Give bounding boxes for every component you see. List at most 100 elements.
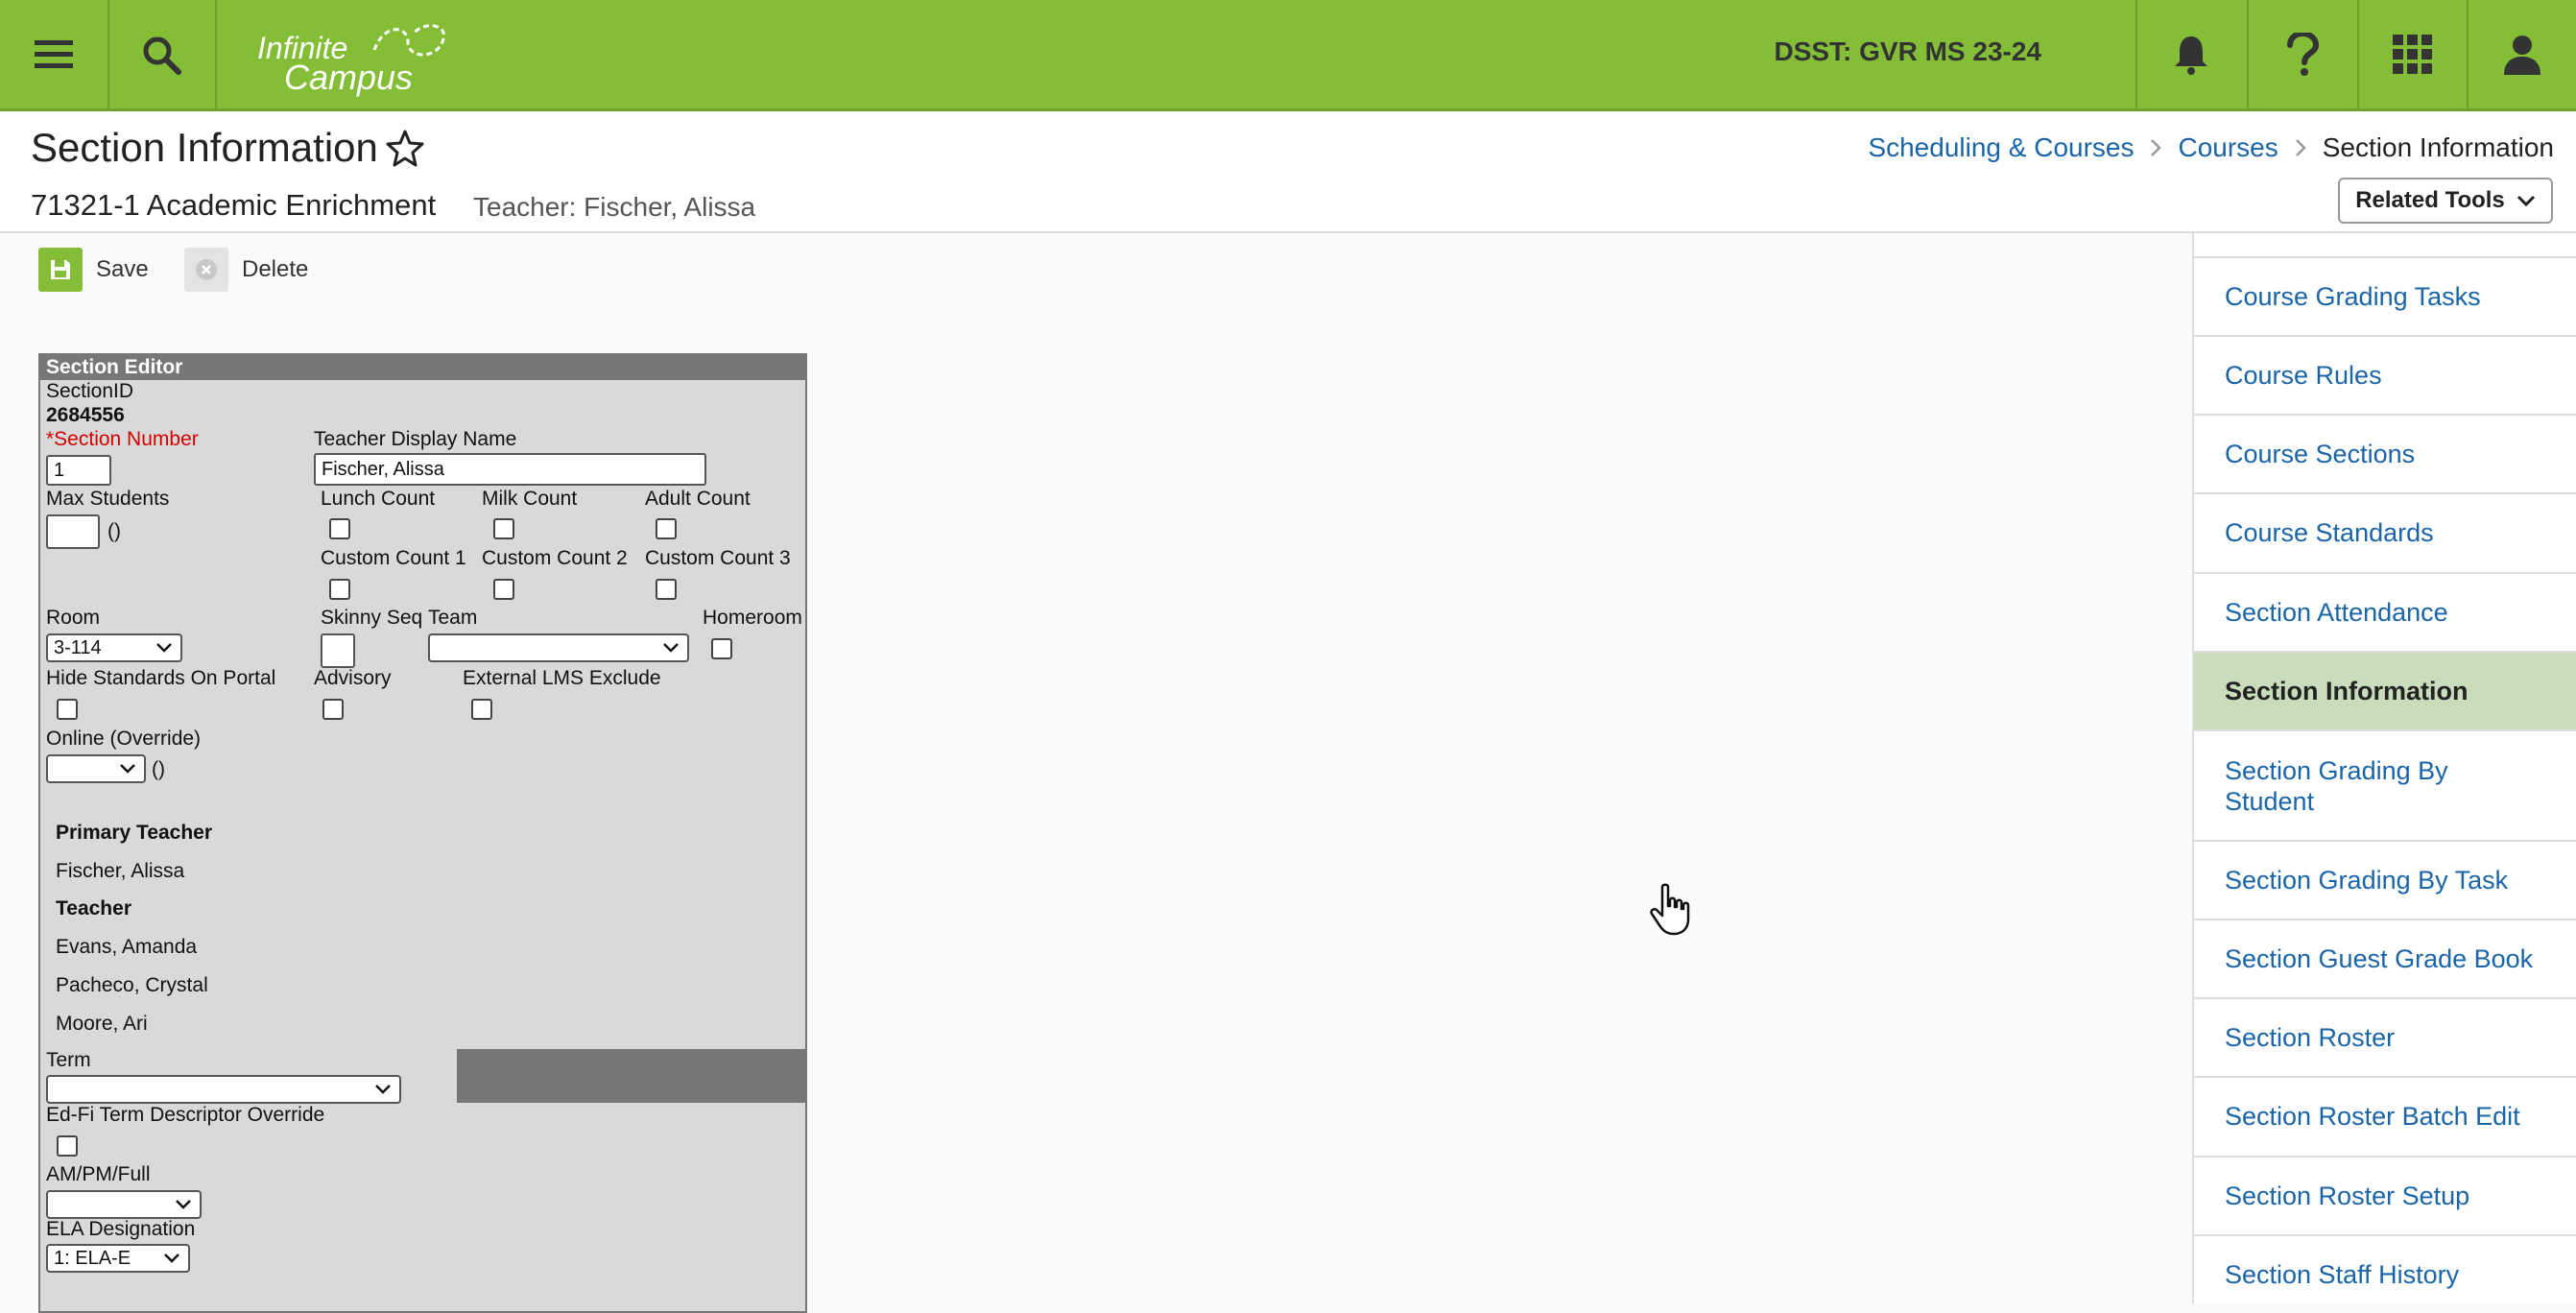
online-override-select[interactable] bbox=[46, 754, 146, 783]
search-button[interactable] bbox=[107, 0, 217, 108]
teacher-name: Pacheco, Crystal bbox=[56, 974, 208, 996]
menu-item-section-roster-batch-edit[interactable]: Section Roster Batch Edit bbox=[2194, 1078, 2576, 1158]
team-select[interactable] bbox=[428, 633, 689, 662]
section-id-value: 2684556 bbox=[46, 404, 125, 426]
external-lms-exclude-checkbox[interactable] bbox=[471, 699, 492, 720]
school-year-label[interactable]: DSST: GVR MS 23-24 bbox=[1774, 36, 2041, 67]
section-number-input[interactable]: 1 bbox=[46, 455, 111, 486]
menu-item-section-information[interactable]: Section Information bbox=[2194, 653, 2576, 731]
hamburger-icon bbox=[35, 39, 73, 68]
menu-item-section-grading-by-student[interactable]: Section Grading By Student bbox=[2194, 731, 2576, 842]
adult-count-checkbox[interactable] bbox=[656, 518, 677, 539]
online-override-label: Online (Override) bbox=[46, 728, 202, 750]
term-label: Term bbox=[46, 1049, 91, 1071]
advisory-label: Advisory bbox=[314, 667, 392, 689]
custom-count-2-label: Custom Count 2 bbox=[482, 547, 628, 569]
menu-item-course-rules[interactable]: Course Rules bbox=[2194, 337, 2576, 416]
menu-item-section-guest-grade-book[interactable]: Section Guest Grade Book bbox=[2194, 920, 2576, 999]
app-switcher-button[interactable] bbox=[2357, 0, 2467, 108]
lunch-count-label: Lunch Count bbox=[321, 488, 436, 510]
top-navigation-bar: Infinite Campus DSST: GVR MS 23-24 bbox=[0, 0, 2576, 111]
section-teacher-label: Teacher: Fischer, Alissa bbox=[473, 192, 756, 222]
teacher-name: Evans, Amanda bbox=[56, 936, 198, 958]
menu-item-section-staff-history[interactable]: Section Staff History bbox=[2194, 1236, 2576, 1303]
custom-count-3-label: Custom Count 3 bbox=[645, 547, 791, 569]
am-pm-full-select[interactable] bbox=[46, 1190, 202, 1219]
bell-icon bbox=[2175, 36, 2207, 75]
chevron-down-icon bbox=[120, 764, 135, 774]
page-title: Section Information bbox=[31, 125, 378, 170]
term-select[interactable] bbox=[46, 1075, 401, 1104]
menu-button[interactable] bbox=[0, 0, 109, 108]
user-account-button[interactable] bbox=[2467, 0, 2576, 108]
custom-count-1-checkbox[interactable] bbox=[329, 579, 350, 600]
chevron-down-icon bbox=[156, 643, 172, 653]
max-students-input[interactable] bbox=[46, 514, 100, 549]
homeroom-label: Homeroom bbox=[703, 607, 802, 629]
menu-item-section-roster-setup[interactable]: Section Roster Setup bbox=[2194, 1158, 2576, 1236]
save-label: Save bbox=[96, 256, 149, 282]
infinity-swoosh-icon bbox=[372, 24, 445, 57]
notifications-button[interactable] bbox=[2135, 0, 2245, 108]
teacher-display-name-label: Teacher Display Name bbox=[314, 428, 517, 450]
breadcrumb-courses[interactable]: Courses bbox=[2178, 132, 2278, 163]
room-select[interactable]: 3-114 bbox=[46, 633, 182, 662]
chevron-down-icon bbox=[663, 643, 679, 653]
teacher-name: Moore, Ari bbox=[56, 1013, 148, 1035]
skinny-seq-input[interactable] bbox=[321, 633, 355, 668]
menu-item-section-attendance[interactable]: Section Attendance bbox=[2194, 574, 2576, 653]
room-label: Room bbox=[46, 607, 101, 629]
ela-designation-label: ELA Designation bbox=[46, 1218, 196, 1240]
menu-item-course-grading-tasks[interactable]: Course Grading Tasks bbox=[2194, 258, 2576, 337]
term-header-bar bbox=[457, 1049, 805, 1103]
ela-designation-select[interactable]: 1: ELA-E bbox=[46, 1244, 190, 1273]
delete-button[interactable]: Delete bbox=[184, 248, 308, 292]
custom-count-3-checkbox[interactable] bbox=[656, 579, 677, 600]
section-number-label: *Section Number bbox=[46, 428, 199, 450]
milk-count-checkbox[interactable] bbox=[493, 518, 514, 539]
edfi-term-descriptor-label: Ed-Fi Term Descriptor Override bbox=[46, 1104, 325, 1126]
edfi-term-descriptor-checkbox[interactable] bbox=[57, 1135, 78, 1157]
hand-pointer-cursor-icon bbox=[1650, 883, 1690, 936]
menu-item-course-sections[interactable]: Course Sections bbox=[2194, 416, 2576, 494]
related-tools-label: Related Tools bbox=[2355, 187, 2505, 213]
section-course-subtitle: 71321-1 Academic Enrichment bbox=[31, 188, 437, 222]
custom-count-2-checkbox[interactable] bbox=[493, 579, 514, 600]
section-editor-heading: Section Editor bbox=[40, 355, 805, 380]
infinite-campus-logo[interactable]: Infinite Campus bbox=[251, 19, 445, 97]
chevron-down-icon bbox=[176, 1200, 191, 1209]
am-pm-full-label: AM/PM/Full bbox=[46, 1163, 151, 1185]
max-students-suffix: () bbox=[107, 520, 121, 542]
chevron-down-icon bbox=[375, 1085, 391, 1094]
chevron-right-icon bbox=[2295, 139, 2306, 156]
page-header: Section Information 71321-1 Academic Enr… bbox=[0, 111, 2576, 233]
favorite-star-icon[interactable] bbox=[386, 129, 424, 167]
teacher-display-name-input[interactable]: Fischer, Alissa bbox=[314, 453, 706, 486]
adult-count-label: Adult Count bbox=[645, 488, 751, 510]
logo-text-campus: Campus bbox=[284, 58, 414, 97]
hide-standards-checkbox[interactable] bbox=[57, 699, 78, 720]
delete-icon-box bbox=[184, 248, 228, 292]
delete-label: Delete bbox=[242, 256, 309, 282]
menu-item-section-grading-by-task[interactable]: Section Grading By Task bbox=[2194, 842, 2576, 920]
primary-teacher-heading: Primary Teacher bbox=[56, 822, 213, 844]
help-button[interactable] bbox=[2247, 0, 2356, 108]
homeroom-checkbox[interactable] bbox=[711, 638, 732, 659]
chevron-right-icon bbox=[2151, 139, 2162, 156]
online-override-suffix: () bbox=[152, 758, 165, 780]
menu-item-course-standards[interactable]: Course Standards bbox=[2194, 494, 2576, 574]
question-mark-icon bbox=[2287, 32, 2319, 76]
user-icon bbox=[2504, 35, 2540, 75]
related-tools-menu: Course Grading Tasks Course Rules Course… bbox=[2192, 233, 2576, 1303]
lunch-count-checkbox[interactable] bbox=[329, 518, 350, 539]
chevron-down-icon bbox=[2516, 195, 2535, 207]
ela-designation-value: 1: ELA-E bbox=[54, 1247, 131, 1269]
max-students-label: Max Students bbox=[46, 488, 170, 510]
breadcrumb-scheduling-courses[interactable]: Scheduling & Courses bbox=[1868, 132, 2134, 163]
advisory-checkbox[interactable] bbox=[322, 699, 344, 720]
section-editor-panel: Section Editor SectionID 2684556 *Sectio… bbox=[38, 353, 807, 1313]
related-tools-button[interactable]: Related Tools bbox=[2338, 178, 2553, 224]
breadcrumb: Scheduling & Courses Courses Section Inf… bbox=[1868, 132, 2554, 163]
save-button[interactable]: Save bbox=[38, 248, 149, 292]
menu-item-section-roster[interactable]: Section Roster bbox=[2194, 999, 2576, 1078]
